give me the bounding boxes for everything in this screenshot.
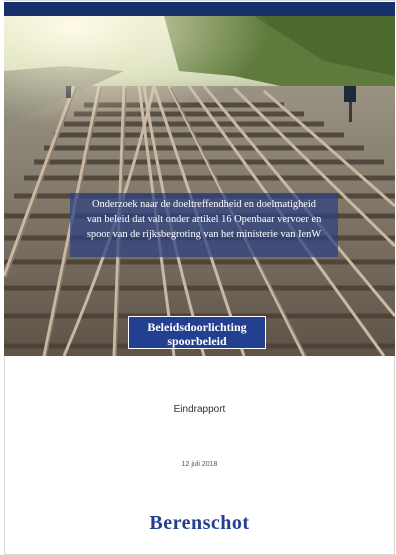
report-subtitle: Eindrapport (173, 404, 226, 415)
railway-illustration (4, 16, 395, 356)
top-color-bar (4, 2, 395, 16)
report-date: 12 juli 2018 (181, 461, 218, 468)
report-label-box: Beleidsdoorlichting spoorbeleid (128, 316, 266, 349)
cover-photo-railway-tracks (4, 16, 395, 356)
label-line: Beleidsdoorlichting (147, 320, 247, 334)
title-line: van beleid dat valt onder artikel 16 Ope… (86, 214, 322, 225)
title-line: Onderzoek naar de doeltreffendheid en do… (92, 199, 316, 210)
title-line: spoor van de rijksbegroting van het mini… (86, 229, 322, 240)
report-title-box: Onderzoek naar de doeltreffendheid en do… (70, 193, 338, 257)
brand-logo-text: Berenschot (149, 512, 250, 534)
label-line: spoorbeleid (167, 334, 227, 348)
